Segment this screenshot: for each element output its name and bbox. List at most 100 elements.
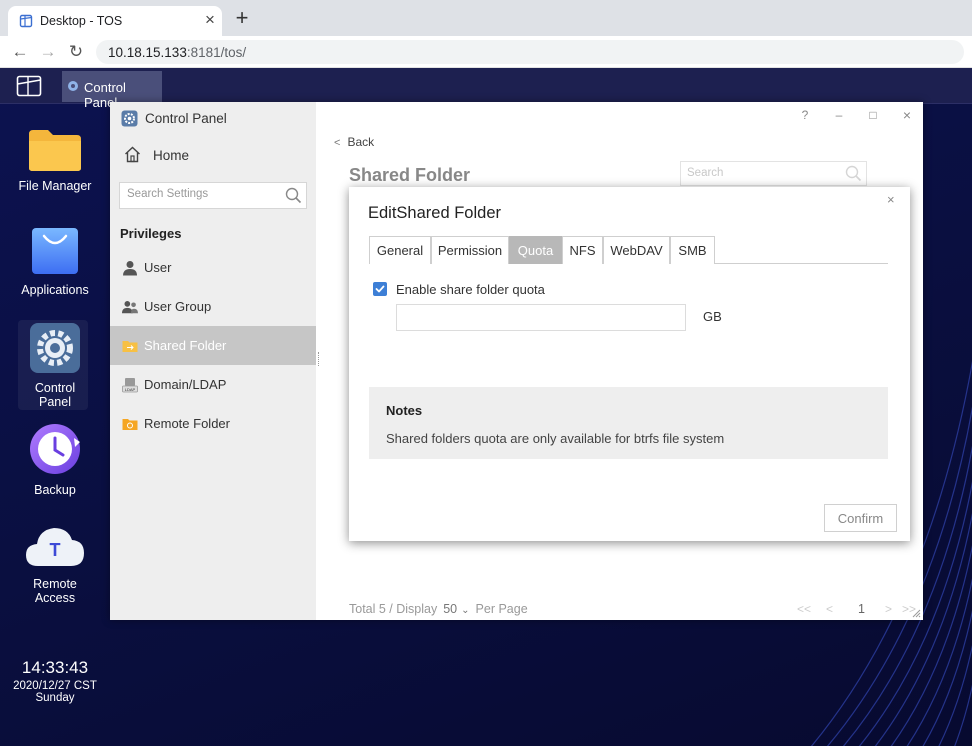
ldap-icon: LDAP <box>122 378 138 393</box>
desktop-icon-label: File Manager <box>18 179 92 193</box>
chevron-left-icon: < <box>334 137 341 149</box>
quota-size-input[interactable] <box>396 304 686 331</box>
notes-title: Notes <box>386 403 423 418</box>
sidebar-item-label: Home <box>153 148 190 163</box>
search-icon[interactable] <box>845 165 862 182</box>
pagination-summary: Total 5 / Display 50 ⌄ Per Page <box>349 602 528 616</box>
cloud-icon: T <box>26 528 84 566</box>
help-icon[interactable]: ? <box>798 108 812 122</box>
gear-icon <box>30 323 80 373</box>
tab-close-icon[interactable]: × <box>202 11 218 29</box>
reload-icon[interactable]: ↻ <box>66 42 86 62</box>
sidebar-item-label: Domain/LDAP <box>144 377 227 392</box>
tab-webdav[interactable]: WebDAV <box>603 236 670 264</box>
clock-backup-icon <box>30 424 80 474</box>
browser-tab[interactable]: Desktop - TOS × <box>8 6 222 36</box>
close-icon[interactable]: × <box>900 108 914 122</box>
label-line: Control <box>34 381 76 395</box>
desktop-icon-label: Backup <box>34 483 76 497</box>
edit-shared-folder-dialog: × EditShared Folder General Permission Q… <box>349 187 910 541</box>
shopping-bag-icon <box>32 228 78 274</box>
quota-enable-checkbox[interactable] <box>373 282 387 296</box>
sidebar-item-label: Remote Folder <box>144 416 230 431</box>
clock-time: 14:33:43 <box>21 658 89 677</box>
desktop-icon-file-manager[interactable]: File Manager <box>5 128 105 193</box>
desktop-clock: 14:33:43 2020/12/27 CST Sunday <box>0 658 110 704</box>
tab-permission[interactable]: Permission <box>431 236 509 264</box>
svg-text:LDAP: LDAP <box>125 387 136 392</box>
sidebar-item-user-group[interactable]: User Group <box>110 287 316 326</box>
tab-smb[interactable]: SMB <box>670 236 715 264</box>
url-text: 10.18.15.133:8181/tos/ <box>108 45 246 60</box>
sidebar-title: Control Panel <box>145 111 227 126</box>
settings-search-input[interactable] <box>127 188 277 200</box>
notes-text: Shared folders quota are only available … <box>386 431 725 446</box>
pager-prefix: Total 5 / Display <box>349 602 438 616</box>
tab-quota[interactable]: Quota <box>509 236 562 264</box>
next-page-button[interactable]: > <box>885 602 892 616</box>
dialog-tabs: General Permission Quota NFS WebDAV SMB <box>369 236 888 264</box>
desktop-icon-applications[interactable]: Applications <box>5 226 105 297</box>
search-icon[interactable] <box>285 187 302 204</box>
desktop-icon-label: Remote Access <box>5 577 105 605</box>
taskbar-control-panel[interactable]: Control Panel <box>62 71 162 110</box>
pager-suffix: Per Page <box>475 602 528 616</box>
label-line: Remote <box>33 577 77 591</box>
label-line: Panel <box>39 395 71 409</box>
browser-tabbar: Desktop - TOS × + <box>0 0 972 36</box>
label-line: Access <box>34 591 76 605</box>
taskbar: Control Panel <box>0 68 972 110</box>
checkmark-icon <box>375 285 385 293</box>
maximize-icon[interactable]: □ <box>866 108 880 122</box>
quota-enable-label: Enable share folder quota <box>396 282 545 297</box>
sidebar-item-user[interactable]: User <box>110 248 316 287</box>
new-tab-button[interactable]: + <box>232 7 252 29</box>
remote-folder-icon <box>122 419 138 430</box>
resize-grip-icon[interactable] <box>911 608 921 618</box>
url-field[interactable]: 10.18.15.133:8181/tos/ <box>96 40 964 64</box>
per-page-select[interactable]: 50 <box>443 602 457 616</box>
control-panel-icon <box>68 81 78 91</box>
desktop-icon-remote-access[interactable]: T Remote Access <box>5 522 105 605</box>
sidebar-section-privileges: Privileges <box>120 226 182 241</box>
forward-arrow-icon[interactable]: → <box>38 42 58 62</box>
desktop-icon-backup[interactable]: Backup <box>5 422 105 497</box>
address-bar: ← → ↻ 10.18.15.133:8181/tos/ <box>0 36 972 68</box>
dialog-close-icon[interactable]: × <box>887 192 895 207</box>
user-icon <box>123 261 137 276</box>
tab-nfs[interactable]: NFS <box>562 236 603 264</box>
user-group-icon <box>122 301 138 314</box>
desktop-icon-control-panel[interactable]: Control Panel <box>5 322 105 409</box>
home-icon <box>125 146 140 163</box>
folder-search-input[interactable] <box>687 167 837 179</box>
sidebar-item-remote-folder[interactable]: Remote Folder <box>110 404 316 443</box>
control-panel-sidebar: Control Panel Home Privileges <box>110 102 316 620</box>
svg-text:T: T <box>50 540 61 560</box>
tab-general[interactable]: General <box>369 236 431 264</box>
sidebar-item-label: User <box>144 260 172 275</box>
desktop-icon-label: Applications <box>21 283 89 297</box>
page-title: Shared Folder <box>349 165 471 185</box>
sidebar-item-label: Shared Folder <box>144 338 227 353</box>
sidebar-item-shared-folder[interactable]: Shared Folder <box>110 326 316 365</box>
folder-icon <box>29 130 81 171</box>
minimize-icon[interactable]: – <box>832 108 846 122</box>
current-page-number[interactable]: 1 <box>858 602 865 616</box>
back-button[interactable]: < Back <box>334 135 374 149</box>
launcher-icon[interactable] <box>16 75 42 97</box>
first-page-button[interactable]: << <box>797 602 811 616</box>
folder-search-box <box>680 161 867 186</box>
clock-date: 2020/12/27 CST Sunday <box>13 680 97 704</box>
confirm-button[interactable]: Confirm <box>824 504 897 532</box>
back-label: Back <box>347 135 375 149</box>
sidebar-item-label: User Group <box>144 299 212 314</box>
control-panel-icon <box>121 110 138 127</box>
dialog-title: EditShared Folder <box>368 204 501 222</box>
sidebar-item-domain-ldap[interactable]: LDAP Domain/LDAP <box>110 365 316 404</box>
quota-unit-label: GB <box>703 309 722 324</box>
prev-page-button[interactable]: < <box>826 602 833 616</box>
url-path: :8181/tos/ <box>186 45 247 60</box>
chevron-down-icon[interactable]: ⌄ <box>461 605 469 616</box>
back-arrow-icon[interactable]: ← <box>10 42 30 62</box>
desktop-icon-label: Control Panel <box>5 381 105 409</box>
